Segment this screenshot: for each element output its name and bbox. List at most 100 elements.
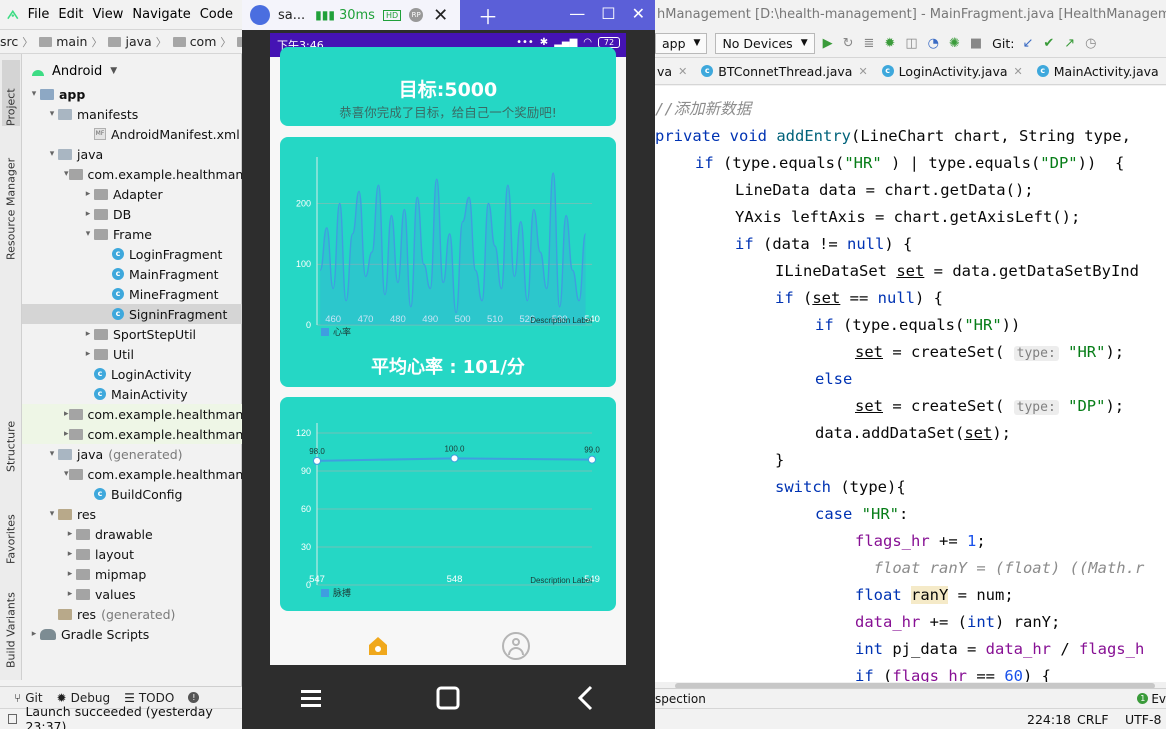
side-tab-resource-manager[interactable]: Resource Manager	[2, 140, 20, 260]
tree-item[interactable]: ▸ drawable	[22, 524, 242, 544]
project-view-selector[interactable]: Android ▼	[22, 58, 242, 84]
code-line[interactable]: else	[815, 366, 852, 393]
git-push-icon[interactable]: ↗	[1064, 36, 1075, 51]
code-line[interactable]: if (set == null) {	[775, 285, 943, 312]
chevron-right-icon[interactable]: ▸	[64, 549, 76, 559]
tree-item[interactable]: res (generated)	[22, 604, 242, 624]
tree-item[interactable]: c MainFragment	[22, 264, 242, 284]
line-separator[interactable]: CRLF	[1077, 712, 1109, 727]
code-line[interactable]: ILineDataSet set = data.getDataSetByInd	[775, 258, 1139, 285]
chevron-down-icon[interactable]: ▾	[46, 449, 58, 459]
tree-item[interactable]: ▾ manifests	[22, 104, 242, 124]
code-line[interactable]: LineData data = chart.getData();	[735, 177, 1034, 204]
close-icon[interactable]: ✕	[632, 4, 645, 23]
menu-edit[interactable]: Edit	[58, 7, 83, 22]
code-line[interactable]: data.addDataSet(set);	[815, 420, 1011, 447]
chevron-right-icon[interactable]: ▸	[64, 569, 76, 579]
new-tab-icon[interactable]: ＋	[478, 1, 498, 30]
cursor-position[interactable]: 224:18	[1027, 712, 1071, 727]
profile-icon[interactable]: ◔	[928, 36, 939, 51]
close-tab-icon[interactable]: ✕	[858, 65, 867, 78]
history-icon[interactable]: ◷	[1085, 36, 1096, 51]
code-line[interactable]: if (type.equals("HR" ) | type.equals("DP…	[695, 150, 1124, 177]
code-line[interactable]: set = createSet( type: "DP");	[855, 393, 1124, 420]
tree-item[interactable]: ▸ SportStepUtil	[22, 324, 242, 344]
code-line[interactable]: }	[775, 447, 784, 474]
chevron-right-icon[interactable]: ▸	[82, 329, 94, 339]
chevron-right-icon[interactable]: ▸	[64, 589, 76, 599]
event-log-button[interactable]: 1 Ev	[1137, 692, 1166, 706]
menu-view[interactable]: View	[93, 7, 124, 22]
tree-item[interactable]: c MineFragment	[22, 284, 242, 304]
code-line[interactable]: switch (type){	[775, 474, 906, 501]
apply-changes-icon[interactable]: ≣	[864, 36, 875, 51]
device-select[interactable]: No Devices ▼	[715, 32, 815, 54]
side-tab-project[interactable]: Project	[2, 60, 20, 126]
tree-item[interactable]: MF AndroidManifest.xml	[22, 124, 242, 144]
code-line[interactable]: //添加新数据	[655, 96, 751, 123]
tree-item[interactable]: ▸ layout	[22, 544, 242, 564]
editor-tab-mainactivity[interactable]: cMainActivity.java✕	[1036, 58, 1166, 84]
menu-file[interactable]: File	[28, 7, 50, 22]
close-tab-icon[interactable]: ✕	[1014, 65, 1023, 78]
attach-debugger-icon[interactable]: ✺	[949, 36, 960, 51]
side-tab-build-variants[interactable]: Build Variants	[2, 584, 20, 668]
home-square-icon[interactable]	[428, 678, 468, 718]
chevron-down-icon[interactable]: ▾	[28, 89, 40, 99]
tree-item[interactable]: ▾ Frame	[22, 224, 242, 244]
tree-item[interactable]: c LoginFragment	[22, 244, 242, 264]
chevron-right-icon[interactable]: ▸	[82, 189, 94, 199]
code-line[interactable]: set = createSet( type: "HR");	[855, 339, 1124, 366]
emulator-tab[interactable]: sa... ▮▮▮ 30ms HD RP ✕	[242, 0, 460, 30]
editor-tab-btconnetthread[interactable]: c BTConnetThread.java ✕	[701, 58, 868, 84]
chevron-right-icon[interactable]: ▸	[64, 429, 69, 439]
heart-rate-chart[interactable]: 0100200460470480490500510520530540心率Desc…	[280, 137, 616, 347]
back-icon[interactable]	[566, 678, 606, 718]
side-tab-structure[interactable]: Structure	[2, 406, 20, 472]
tree-item[interactable]: ▸ com.example.healthman	[22, 404, 243, 424]
tree-item[interactable]: c MainActivity	[22, 384, 242, 404]
close-tab-icon[interactable]: ✕	[678, 65, 687, 78]
chevron-down-icon[interactable]: ▾	[64, 469, 69, 479]
problems-icon[interactable]: !	[188, 692, 200, 703]
code-line[interactable]: if (flags_hr == 60) {	[855, 663, 1051, 682]
git-update-icon[interactable]: ↙	[1022, 36, 1033, 51]
stop-icon[interactable]: ■	[970, 36, 982, 51]
code-line[interactable]: if (data != null) {	[735, 231, 912, 258]
minimize-icon[interactable]: —	[569, 4, 585, 23]
chevron-right-icon[interactable]: ▸	[82, 209, 94, 219]
editor-tab-loginactivity[interactable]: c LoginActivity.java ✕	[881, 58, 1023, 84]
chevron-down-icon[interactable]: ▾	[46, 149, 58, 159]
chevron-right-icon[interactable]: ▸	[64, 409, 69, 419]
debug-tool-button[interactable]: ✹ Debug	[57, 691, 111, 705]
chevron-down-icon[interactable]: ▾	[82, 229, 94, 239]
rp-badge-icon[interactable]: RP	[409, 8, 424, 22]
profile-icon[interactable]	[502, 632, 530, 660]
tree-item[interactable]: ▾ java (generated)	[22, 444, 242, 464]
code-line[interactable]: float ranY = num;	[855, 582, 1014, 609]
maximize-icon[interactable]: ☐	[601, 4, 615, 23]
code-line[interactable]: data_hr += (int) ranY;	[855, 609, 1060, 636]
code-line[interactable]: flags_hr += 1;	[855, 528, 986, 555]
tree-item[interactable]: ▾ app	[22, 84, 242, 104]
code-line[interactable]: float ranY = (float) ((Math.r	[855, 555, 1145, 582]
tree-item[interactable]: ▾ res	[22, 504, 242, 524]
menu-icon[interactable]	[291, 678, 331, 718]
code-line[interactable]: int pj_data = data_hr / flags_h	[855, 636, 1144, 663]
tree-item[interactable]: ▸ Adapter	[22, 184, 242, 204]
todo-tool-button[interactable]: ☰ TODO	[124, 691, 174, 705]
git-tool-button[interactable]: ⑂ Git	[14, 691, 43, 705]
breadcrumb-src[interactable]: src	[0, 34, 18, 49]
chevron-right-icon[interactable]: ▸	[82, 349, 94, 359]
chevron-down-icon[interactable]: ▾	[64, 169, 69, 179]
code-editor[interactable]: //添加新数据 private void addEntry(LineChart c…	[655, 86, 1166, 682]
chevron-right-icon[interactable]: ▸	[28, 629, 40, 639]
hd-badge[interactable]: HD	[382, 9, 402, 21]
run-icon[interactable]: ▶	[823, 36, 833, 51]
code-line[interactable]: private void addEntry(LineChart chart, S…	[655, 123, 1140, 150]
tree-item[interactable]: ▸ com.example.healthman	[22, 424, 243, 444]
debug-icon[interactable]: ✹	[884, 36, 895, 51]
tree-item[interactable]: ▾ com.example.healthman	[22, 464, 243, 484]
tree-item[interactable]: ▾ com.example.healthman	[22, 164, 243, 184]
breadcrumb-example[interactable]: example	[235, 34, 242, 49]
